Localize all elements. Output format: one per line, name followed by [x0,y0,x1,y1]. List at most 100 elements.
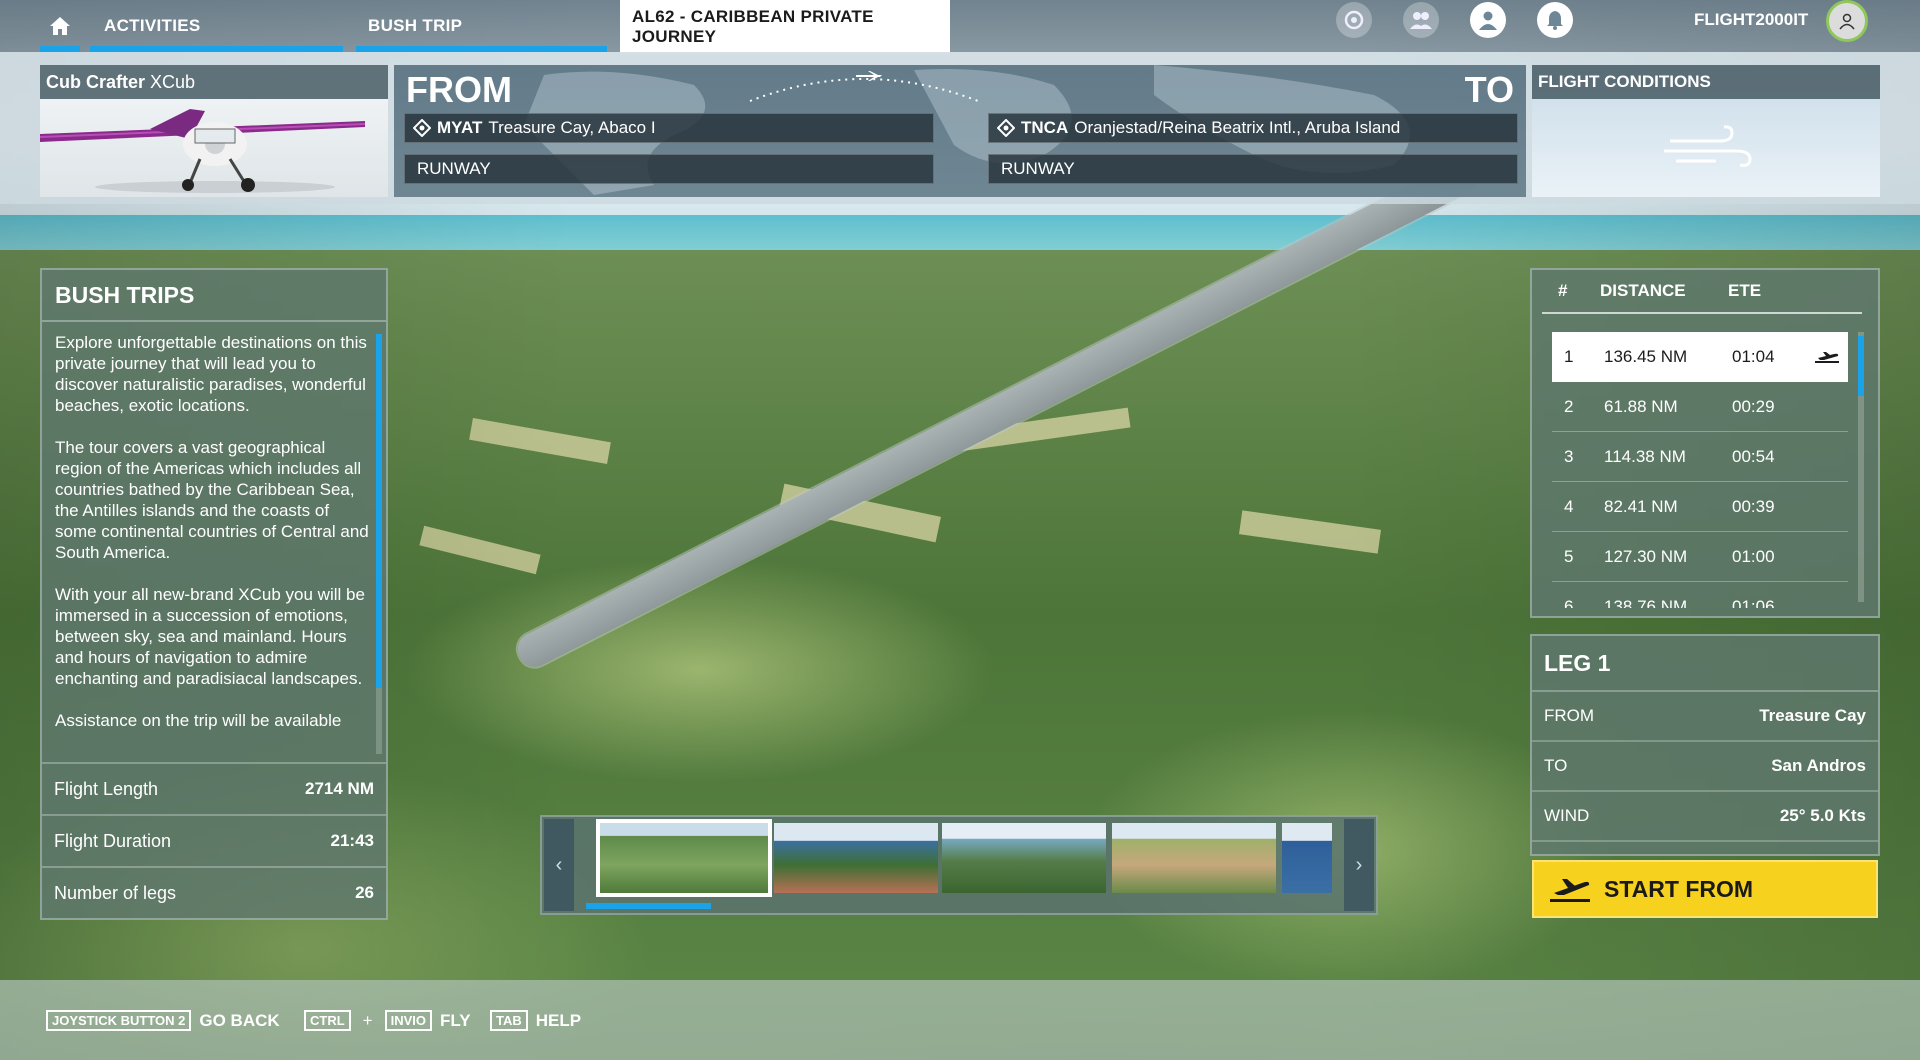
screenshot-thumbnail[interactable] [774,823,938,893]
carousel-progress [586,903,711,909]
arrival-runway-field[interactable]: RUNWAY [988,154,1518,184]
tab-bush-trip-label: BUSH TRIP [368,16,463,35]
aircraft-model: XCub [150,71,196,92]
chevron-right-icon: › [1355,853,1363,876]
leg-row[interactable]: 1 136.45 NM 01:04 [1552,332,1848,382]
hint-action: HELP [535,1010,582,1030]
user-outline-icon [1839,13,1855,30]
carousel-prev-button[interactable]: ‹ [544,819,574,911]
leg-distance: 114.38 NM [1604,447,1686,466]
to-heading: TO [1464,69,1514,110]
bush-trips-panel: BUSH TRIPS Explore unforgettable destina… [40,268,388,920]
flight-conditions-title: FLIGHT CONDITIONS [1532,65,1880,99]
leg-distance: 127.30 NM [1604,547,1688,566]
leg-row[interactable]: 6 138.76 NM 01:06 [1552,582,1848,608]
aircraft-card[interactable]: Cub Crafter XCub [39,65,388,197]
arrival-airport-field[interactable]: TNCA Oranjestad/Reina Beatrix Intl., Aru… [988,113,1518,143]
description-paragraph: Explore unforgettable destinations on th… [55,333,367,415]
aircraft-image [39,99,388,197]
detail-value: San Andros [1771,756,1866,775]
hint-action: GO BACK [199,1010,280,1030]
route-arc [749,71,979,102]
from-heading: FROM [406,69,512,110]
departure-airport-field[interactable]: MYAT Treasure Cay, Abaco I [404,113,934,143]
leg-row[interactable]: 3 114.38 NM 00:54 [1552,432,1848,482]
wind-icon [1664,125,1752,167]
trip-description[interactable]: Explore unforgettable destinations on th… [55,332,369,758]
leg-ete: 01:06 [1732,597,1775,608]
leg-detail-panel: LEG 1 FROM Treasure Cay TO San Andros WI… [1530,634,1880,856]
user-icon [1479,11,1497,30]
hint-help[interactable]: TAB HELP [490,1010,581,1031]
stat-label: Flight Length [54,778,159,799]
leg-row[interactable]: 4 82.41 NM 00:39 [1552,482,1848,532]
leg-ete: 01:00 [1732,547,1775,566]
aircraft-brand: Cub Crafter [46,71,146,92]
hint-go-back[interactable]: JOYSTICK BUTTON 2 GO BACK [46,1010,280,1031]
location-pin-icon [413,119,431,137]
leg-number: 5 [1564,547,1574,566]
screenshot-thumbnail[interactable] [596,819,772,897]
departure-name: Treasure Cay, Abaco I [488,118,656,137]
aircraft-label: Cub Crafter XCub [40,65,388,99]
legs-scrollbar[interactable] [1858,332,1864,602]
detail-label: WIND [1544,806,1590,825]
takeoff-icon [1550,879,1590,902]
column-header-number: # [1558,281,1568,300]
tab-current-trip[interactable]: AL62 - CARIBBEAN PRIVATE JOURNEY [620,0,950,54]
carousel-next-button[interactable]: › [1344,819,1374,911]
users-icon [1410,12,1432,29]
screenshot-thumbnail[interactable] [1282,823,1332,893]
arrival-name: Oranjestad/Reina Beatrix Intl., Aruba Is… [1074,118,1401,137]
friends-icon[interactable] [1403,2,1439,38]
activity-icon[interactable] [1336,2,1372,38]
tab-activities[interactable]: ACTIVITIES [90,0,343,52]
bell-icon [1547,11,1563,30]
description-scrollbar[interactable] [376,334,382,754]
column-header-ete: ETE [1728,281,1762,300]
stat-value: 21:43 [330,831,374,850]
leg-row[interactable]: 5 127.30 NM 01:00 [1552,532,1848,582]
leg-ete: 00:39 [1732,497,1775,516]
hint-action: FLY [440,1010,471,1030]
tab-bush-trip[interactable]: BUSH TRIP [356,0,607,52]
detail-label: FROM [1544,706,1595,725]
key-badge: INVIO [384,1010,433,1031]
stat-value: 26 [355,883,374,902]
departure-icao: MYAT [437,118,483,137]
stat-label: Number of legs [54,882,177,903]
screenshot-thumbnail[interactable] [942,823,1106,893]
top-navigation-bar: ACTIVITIES BUSH TRIP AL62 - CARIBBEAN PR… [0,0,1920,54]
stat-flight-length: Flight Length 2714 NM [42,762,386,814]
leg-distance: 136.45 NM [1604,347,1688,366]
leg-distance: 61.88 NM [1604,397,1678,416]
departure-runway-label: RUNWAY [417,159,491,178]
scrollbar-thumb[interactable] [376,334,382,688]
avatar[interactable] [1826,0,1868,42]
departure-runway-field[interactable]: RUNWAY [404,154,934,184]
location-pin-icon [997,119,1015,137]
flight-conditions-card[interactable]: FLIGHT CONDITIONS [1532,65,1880,197]
leg-row[interactable]: 2 61.88 NM 00:29 [1552,382,1848,432]
notifications-icon[interactable] [1537,2,1573,38]
swirl-icon [1344,10,1364,30]
scrollbar-thumb[interactable] [1858,336,1864,396]
leg-distance: 138.76 NM [1604,597,1688,608]
leg-distance: 82.41 NM [1604,497,1678,516]
legs-list: 1 136.45 NM 01:04 2 61.88 NM 00:29 3 114… [1552,332,1848,608]
tab-home[interactable] [40,0,80,52]
description-paragraph: With your all new-brand XCub you will be… [55,585,365,688]
hint-fly[interactable]: CTRL + INVIO FLY [304,1010,471,1031]
leg-ete: 00:29 [1732,397,1775,416]
takeoff-icon [1815,352,1839,363]
screenshot-thumbnail[interactable] [1112,823,1276,893]
username[interactable]: FLIGHT2000IT [1694,10,1808,30]
leg-to-row: TO San Andros [1532,742,1878,792]
profile-icon[interactable] [1470,2,1506,38]
stat-flight-duration: Flight Duration 21:43 [42,814,386,866]
detail-label: TO [1544,756,1568,775]
stat-label: Flight Duration [54,830,172,851]
column-header-distance: DISTANCE [1600,281,1686,300]
stat-number-of-legs: Number of legs 26 [42,866,386,918]
start-from-button[interactable]: START FROM [1532,860,1878,918]
